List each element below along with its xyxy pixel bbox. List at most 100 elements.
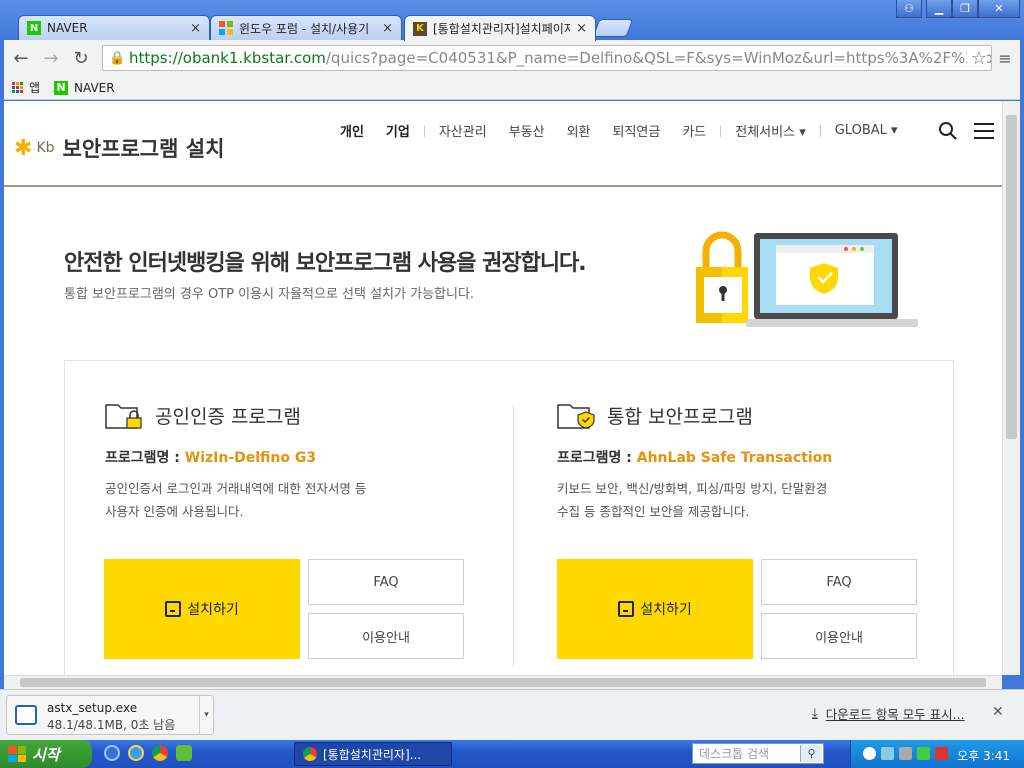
- bookmark-label: NAVER: [74, 80, 115, 95]
- tab-windows-forum[interactable]: 윈도우 포럼 - 설치/사용기 ×: [210, 15, 402, 40]
- panel-divider: [513, 406, 514, 666]
- browser-toolbar: ← → ↻ 🔒 https:// obank1.kbstar.com /quic…: [4, 40, 1020, 76]
- chrome-menu-icon[interactable]: ≡: [994, 48, 1016, 68]
- download-arrow-icon: ⤓: [812, 706, 818, 721]
- program-name-label: 프로그램명 :: [105, 450, 180, 466]
- taskbar-item-chrome[interactable]: [통합설치관리자]...: [294, 742, 452, 766]
- clock: 오후 3:41: [957, 749, 1010, 763]
- chrome-icon[interactable]: [152, 745, 168, 761]
- download-icon: [165, 601, 182, 617]
- bookmarks-bar: 앱 N NAVER: [4, 76, 1020, 100]
- vertical-scrollbar[interactable]: [1002, 101, 1020, 675]
- close-window-button[interactable]: ✕: [978, 0, 1020, 18]
- taskbar: 시작 [통합설치관리자]... 데스크톱 검색 ⚲ 오후 3:41: [0, 740, 1024, 768]
- program-description: 키보드 보안, 백신/방화벽, 피싱/파밍 방지, 단말환경 수집 등 종합적인…: [557, 477, 917, 523]
- install-button-security[interactable]: 설치하기: [557, 559, 753, 659]
- close-tab-icon[interactable]: ×: [576, 21, 587, 36]
- panel-title: 통합 보안프로그램: [607, 405, 753, 428]
- search-placeholder: 데스크톱 검색: [699, 747, 770, 761]
- program-description: 공인인증서 로그인과 거래내역에 대한 전자서명 등 사용자 인증에 사용됩니다…: [105, 477, 465, 523]
- clover-icon[interactable]: [176, 745, 192, 761]
- url-scheme: https://: [129, 49, 183, 67]
- guide-button-security[interactable]: 이용안내: [761, 613, 917, 659]
- system-tray: 오후 3:41: [850, 740, 1024, 768]
- nav-business[interactable]: 기업: [386, 121, 410, 140]
- guide-label: 이용안내: [362, 630, 410, 646]
- network-tray-icon[interactable]: [881, 747, 894, 760]
- kb-star-icon: ✱: [14, 135, 33, 161]
- security-tray-icon[interactable]: [917, 747, 930, 760]
- search-icon[interactable]: [938, 121, 958, 141]
- reload-icon[interactable]: ↻: [70, 48, 92, 69]
- close-tab-icon[interactable]: ×: [382, 21, 393, 36]
- forward-arrow-icon[interactable]: →: [40, 48, 62, 69]
- back-arrow-icon[interactable]: ←: [10, 48, 32, 69]
- monitor-tray-icon[interactable]: [899, 747, 912, 760]
- minimize-button[interactable]: ▁: [926, 0, 952, 18]
- tab-kb-install[interactable]: K [통합설치관리자]설치페이지 ×: [404, 15, 596, 41]
- alert-tray-icon[interactable]: [935, 747, 948, 760]
- faq-label: FAQ: [373, 574, 399, 590]
- program-name-value: WizIn-Delfino G3: [184, 450, 317, 466]
- lock-icon: 🔒: [109, 51, 126, 66]
- new-tab-button[interactable]: [592, 19, 634, 37]
- kb-icon: K: [413, 21, 427, 36]
- naver-icon: N: [54, 80, 69, 95]
- nav-global[interactable]: GLOBAL ▾: [835, 123, 898, 138]
- show-all-downloads-link[interactable]: ⤓ 다운로드 항목 모두 표시...: [812, 704, 965, 723]
- tab-naver[interactable]: N NAVER ×: [18, 15, 210, 40]
- close-tab-icon[interactable]: ×: [190, 21, 201, 36]
- nav-pension[interactable]: 퇴직연금: [613, 121, 661, 140]
- download-file-name: astx_setup.exe: [47, 701, 138, 715]
- naver-icon: N: [27, 21, 41, 35]
- nav-realestate[interactable]: 부동산: [509, 121, 545, 140]
- guide-label: 이용안내: [815, 630, 863, 646]
- nav-forex[interactable]: 외환: [567, 121, 591, 140]
- user-icon[interactable]: ⚇: [896, 0, 922, 18]
- download-item[interactable]: astx_setup.exe 48.1/48.1MB, 0초 남음 ▾: [6, 695, 214, 735]
- hamburger-menu-icon[interactable]: [974, 123, 994, 139]
- horizontal-scrollbar[interactable]: [4, 675, 1002, 689]
- nav-card[interactable]: 카드: [682, 121, 706, 140]
- chevron-down-icon[interactable]: ▾: [199, 696, 213, 734]
- description-line: 키보드 보안, 백신/방화벽, 피싱/파밍 방지, 단말환경: [557, 481, 828, 496]
- guide-button-certificate[interactable]: 이용안내: [308, 613, 464, 659]
- search-icon[interactable]: ⚲: [800, 745, 822, 762]
- description-line: 수집 등 종합적인 보안을 제공합니다.: [557, 504, 750, 519]
- program-name: 프로그램명 : WizIn-Delfino G3: [105, 447, 505, 467]
- nav-personal[interactable]: 개인: [340, 121, 364, 140]
- url-host: obank1.kbstar.com: [182, 49, 326, 67]
- search-tray-icon[interactable]: [863, 747, 876, 760]
- security-laptop-illustration: [696, 231, 918, 327]
- panel-certificate: 공인인증 프로그램 프로그램명 : WizIn-Delfino G3 공인인증서…: [105, 401, 505, 523]
- close-icon[interactable]: ✕: [992, 704, 1004, 720]
- nav-asset[interactable]: 자산관리: [439, 121, 487, 140]
- ie-globe-icon[interactable]: [104, 745, 120, 761]
- tab-label: [통합설치관리자]설치페이지: [433, 22, 571, 36]
- download-icon: [618, 601, 635, 617]
- bookmark-apps[interactable]: 앱: [12, 79, 40, 96]
- bookmark-star-icon[interactable]: ☆: [966, 48, 987, 69]
- install-button-certificate[interactable]: 설치하기: [104, 559, 300, 659]
- site-logo[interactable]: ✱ Kb 보안프로그램 설치: [14, 133, 224, 163]
- nav-divider: [423, 124, 425, 137]
- bookmark-naver[interactable]: N NAVER: [54, 80, 115, 95]
- nav-divider: [720, 124, 722, 137]
- install-label: 설치하기: [187, 602, 239, 618]
- scroll-thumb[interactable]: [1006, 115, 1017, 439]
- start-label: 시작: [32, 745, 60, 764]
- maximize-button[interactable]: ❐: [952, 0, 978, 18]
- desktop-search-input[interactable]: 데스크톱 검색 ⚲: [692, 743, 824, 764]
- faq-button-security[interactable]: FAQ: [761, 559, 917, 605]
- scroll-thumb[interactable]: [20, 678, 986, 687]
- download-progress: 48.1/48.1MB, 0초 남음: [47, 718, 176, 732]
- show-all-label: 다운로드 항목 모두 표시...: [825, 707, 965, 722]
- tab-label: 윈도우 포럼 - 설치/사용기: [239, 21, 370, 36]
- address-bar[interactable]: 🔒 https:// obank1.kbstar.com /quics?page…: [102, 45, 992, 71]
- internet-explorer-icon[interactable]: [128, 745, 144, 761]
- faq-button-certificate[interactable]: FAQ: [308, 559, 464, 605]
- nav-all-services[interactable]: 전체서비스 ▾: [735, 121, 805, 140]
- site-header: ✱ Kb 보안프로그램 설치 개인 기업 자산관리 부동산 외환 퇴직연금 카드…: [4, 101, 1002, 187]
- start-button[interactable]: 시작: [0, 740, 92, 768]
- taskbar-item-label: [통합설치관리자]...: [323, 747, 422, 762]
